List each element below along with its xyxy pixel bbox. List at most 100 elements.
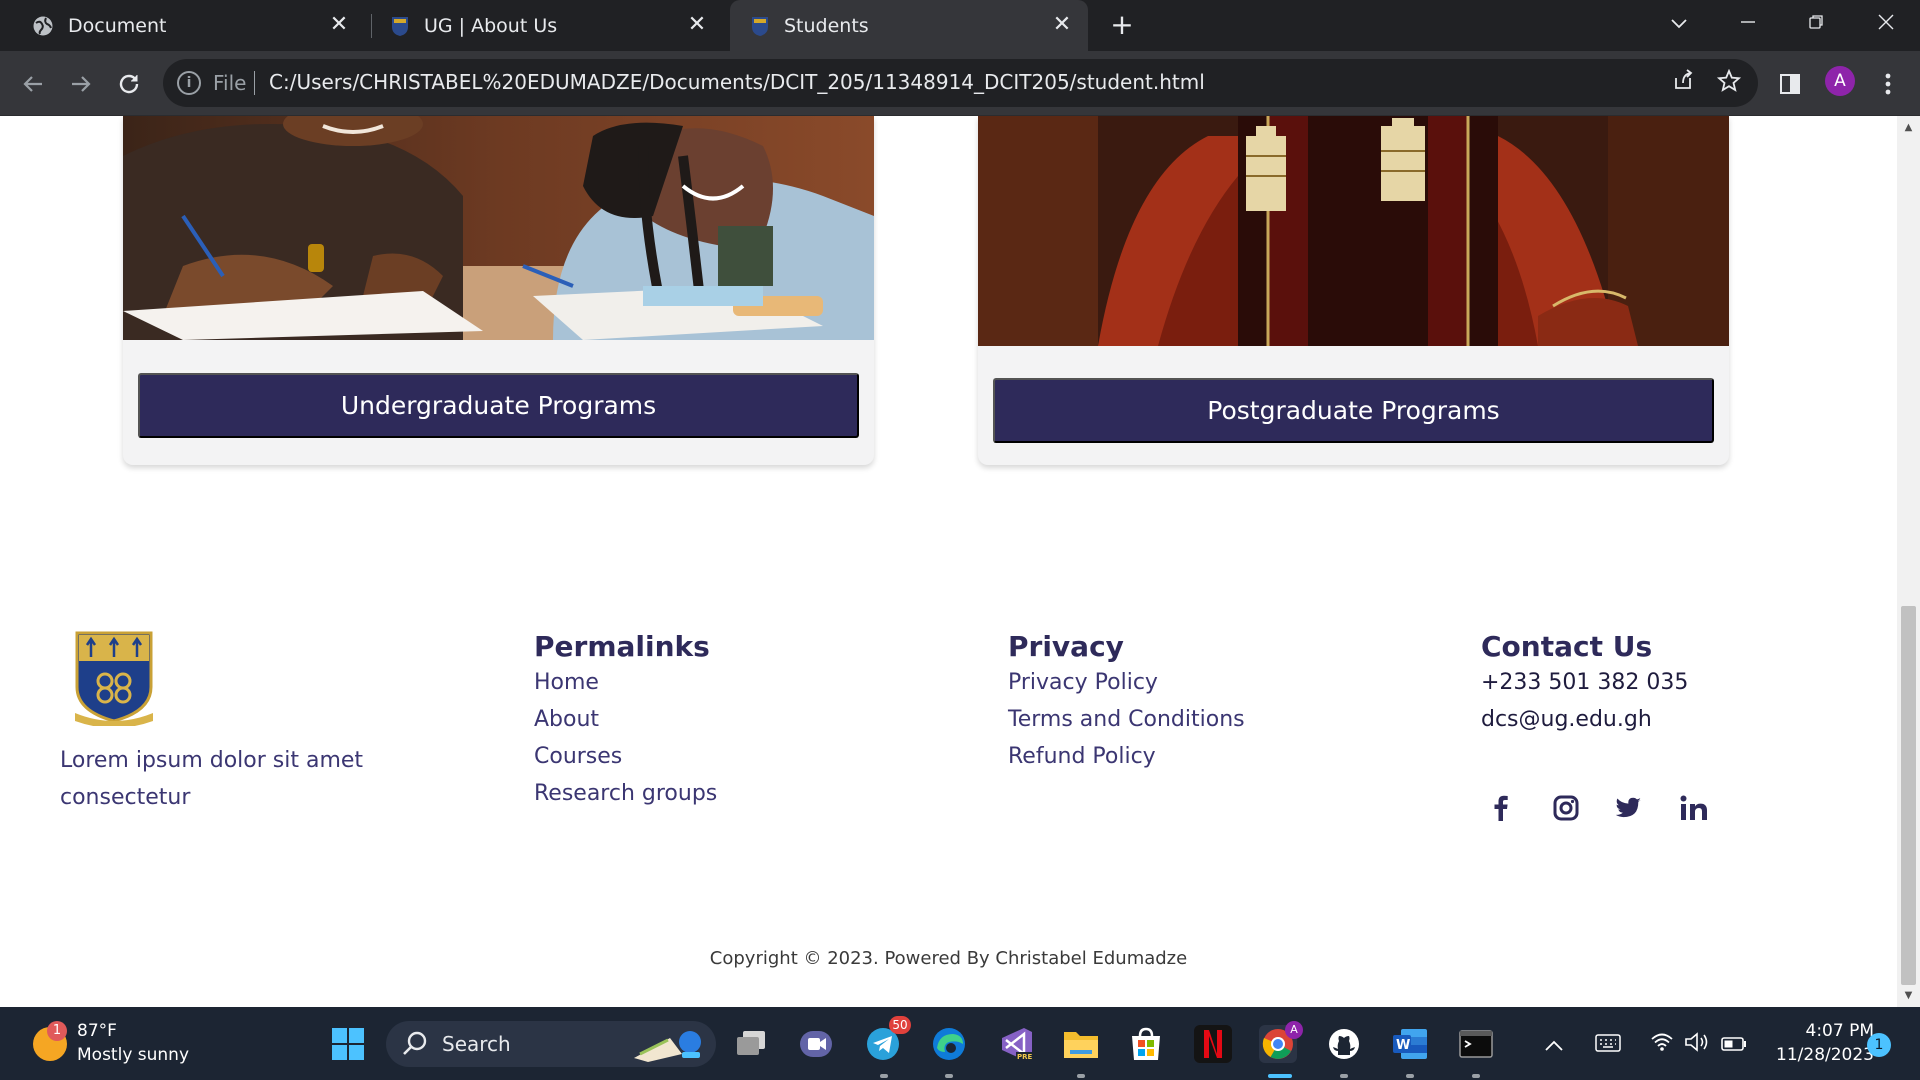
scroll-thumb[interactable] [1901,606,1916,985]
contact-email[interactable]: dcs@ug.edu.gh [1481,701,1688,738]
search-highlight-icon [634,1031,701,1062]
close-icon[interactable]: ✕ [327,13,351,37]
footer-privacy: Privacy Privacy Policy Terms and Conditi… [1008,624,1245,775]
wifi-icon[interactable] [1648,1031,1676,1059]
taskbar-search[interactable]: Search [386,1021,716,1067]
undergraduate-programs-button[interactable]: Undergraduate Programs [138,373,859,438]
active-indicator [1268,1074,1292,1078]
keyboard-icon[interactable] [1594,1031,1622,1059]
footer-link-privacy-policy[interactable]: Privacy Policy [1008,664,1245,701]
weather-temperature[interactable]: 87°F [77,1021,117,1041]
ug-crest-icon [752,16,768,36]
terminal-icon[interactable] [1457,1025,1495,1063]
running-indicator [945,1074,953,1078]
address-bar[interactable]: i File C:/Users/CHRISTABEL%20EDUMADZE/Do… [163,59,1758,107]
scheme-label: File [213,71,247,95]
linkedin-icon[interactable] [1676,790,1712,826]
footer-link-about[interactable]: About [534,701,717,738]
running-indicator [1077,1074,1085,1078]
footer-permalinks: Permalinks Home About Courses Research g… [534,624,717,812]
browser-tab-strip: Document ✕ UG | About Us ✕ Students ✕ + [0,0,1920,51]
task-view-icon[interactable] [732,1025,770,1063]
running-indicator [880,1074,888,1078]
windows-taskbar: 1 87°F Mostly sunny Search 50 PRE A W 4:… [0,1007,1920,1080]
github-desktop-icon[interactable] [1325,1025,1363,1063]
netflix-icon[interactable] [1194,1025,1232,1063]
edge-browser-icon[interactable] [930,1025,968,1063]
close-window-icon[interactable] [1866,8,1906,38]
battery-icon[interactable] [1720,1031,1748,1059]
students-studying-image [123,116,874,340]
browser-toolbar: i File C:/Users/CHRISTABEL%20EDUMADZE/Do… [0,51,1920,116]
reload-icon[interactable] [112,67,146,101]
microsoft-store-icon[interactable] [1127,1025,1165,1063]
share-icon[interactable] [1669,69,1697,97]
forward-arrow-icon[interactable] [64,67,98,101]
footer-contact: Contact Us +233 501 382 035 dcs@ug.edu.g… [1481,624,1688,738]
permalinks-heading: Permalinks [534,630,710,663]
file-explorer-icon[interactable] [1062,1025,1100,1063]
ug-crest-icon [392,16,408,36]
tab-title: Students [784,14,869,37]
footer-link-research-groups[interactable]: Research groups [534,775,717,812]
instagram-icon[interactable] [1548,790,1584,826]
scroll-up-icon[interactable]: ▲ [1902,121,1915,134]
back-arrow-icon[interactable] [16,67,50,101]
svg-text:W: W [1396,1038,1410,1053]
side-panel-icon[interactable] [1773,67,1807,101]
search-label: Search [442,1032,511,1056]
contact-phone: +233 501 382 035 [1481,670,1689,695]
chrome-profile-badge: A [1285,1021,1303,1039]
tab-document[interactable]: Document ✕ [20,0,365,51]
clock-date[interactable]: 11/28/2023 [1764,1045,1874,1065]
restore-icon[interactable] [1796,8,1836,38]
word-icon[interactable]: W [1391,1025,1429,1063]
url-text[interactable]: C:/Users/CHRISTABEL%20EDUMADZE/Documents… [269,70,1205,94]
bookmark-star-icon[interactable] [1715,68,1743,97]
tab-ug-about-us[interactable]: UG | About Us ✕ [378,0,723,51]
undergraduate-card: Undergraduate Programs [123,116,874,465]
footer-link-home[interactable]: Home [534,664,717,701]
globe-icon [33,16,53,35]
tab-title: Document [68,14,167,37]
visual-studio-preview-icon[interactable]: PRE [997,1025,1035,1063]
minimize-icon[interactable] [1728,8,1768,38]
footer-link-terms[interactable]: Terms and Conditions [1008,701,1245,738]
graduate-gown-image [978,116,1729,346]
search-icon [403,1031,427,1055]
profile-avatar[interactable]: A [1825,66,1855,96]
clock-time[interactable]: 4:07 PM [1764,1021,1875,1041]
postgraduate-card: Postgraduate Programs [978,116,1729,465]
volume-icon[interactable] [1683,1031,1711,1059]
chevron-up-icon[interactable] [1540,1031,1568,1059]
teams-chat-icon[interactable] [797,1025,835,1063]
twitter-icon[interactable] [1611,790,1647,826]
close-icon[interactable]: ✕ [685,13,709,37]
footer-brand-text: Lorem ipsum dolor sit amet consectetur [60,748,364,810]
address-separator [254,71,255,95]
tab-students[interactable]: Students ✕ [730,0,1088,51]
telegram-badge: 50 [889,1016,911,1034]
copyright-text: Copyright © 2023. Powered By Christabel … [709,948,1188,969]
footer-logo [73,629,155,728]
privacy-heading: Privacy [1008,630,1124,663]
more-menu-icon[interactable] [1871,67,1905,101]
notification-count-badge[interactable]: 1 [1867,1033,1891,1057]
footer-link-courses[interactable]: Courses [534,738,717,775]
footer-link-refund-policy[interactable]: Refund Policy [1008,738,1245,775]
tab-search-chevron-icon[interactable] [1659,8,1699,38]
page-scrollbar[interactable]: ▲ ▼ [1897,116,1920,1007]
new-tab-button[interactable]: + [1107,10,1137,40]
page-viewport: Undergraduate Programs Postgraduate Prog… [0,116,1897,1007]
running-indicator [1340,1074,1348,1078]
windows-start-icon[interactable] [329,1025,367,1063]
postgraduate-programs-button[interactable]: Postgraduate Programs [993,378,1714,443]
running-indicator [1406,1074,1414,1078]
facebook-icon[interactable] [1483,790,1519,826]
close-icon[interactable]: ✕ [1050,13,1074,37]
site-info-icon[interactable]: i [177,71,201,95]
weather-description[interactable]: Mostly sunny [77,1045,189,1065]
tab-separator [371,14,372,38]
weather-badge: 1 [47,1021,67,1041]
scroll-down-icon[interactable]: ▼ [1902,989,1915,1002]
